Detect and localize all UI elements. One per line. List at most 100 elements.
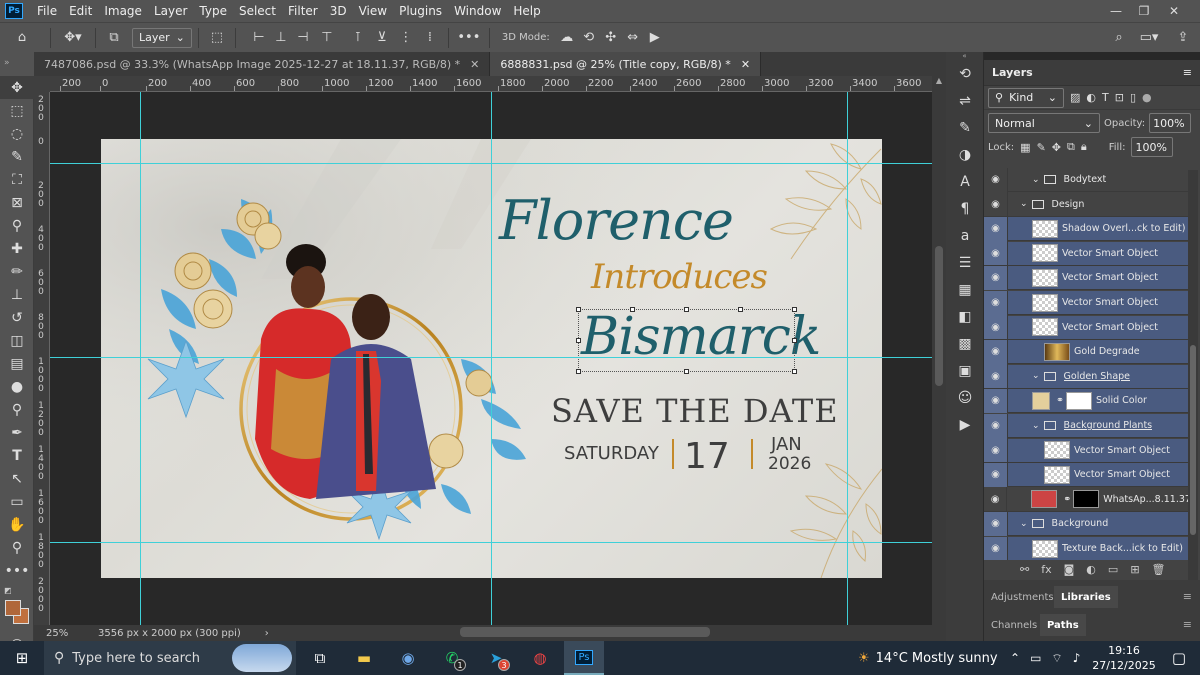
restore-icon[interactable]: ❐ [1132,0,1156,22]
layer-row[interactable]: ◉ Vector Smart Object [984,462,1188,488]
whatsapp-icon[interactable]: ✆ 1 [432,641,472,675]
align-vcenter-icon[interactable]: ⊺ [346,27,370,49]
layers-scrollbar[interactable] [1188,170,1198,580]
move-tool-icon[interactable]: ✥ [0,76,34,99]
hand-tool-icon[interactable]: ✋ [0,513,34,536]
layer-row[interactable]: ◉ Vector Smart Object [984,290,1188,315]
menu-layer[interactable]: Layer [148,4,193,18]
swatches-panel-icon[interactable]: ▦ [946,276,984,303]
vertical-ruler[interactable]: 2000200400600800100012001400160018002000 [34,92,50,625]
telegram-icon[interactable]: ➤ 3 [476,641,516,675]
close-icon[interactable]: ✕ [1162,0,1186,22]
visibility-eye-icon[interactable]: ◉ [984,216,1008,241]
gradients-panel-icon[interactable]: ◧ [946,303,984,330]
menu-plugins[interactable]: Plugins [393,4,448,18]
title-introduces[interactable]: Introduces [591,257,768,297]
properties-panel-icon[interactable]: ⇌ [946,87,984,114]
visibility-eye-icon[interactable]: ◉ [984,192,1008,217]
canvas-vertical-scrollbar[interactable]: ▲ [932,76,946,625]
network-icon[interactable]: ⌔ [1051,651,1062,666]
volume-icon[interactable]: ♪ [1073,651,1081,665]
smart-object-filter-icon[interactable]: ▯ [1130,91,1136,104]
tab-document-2[interactable]: 6888831.psd @ 25% (Title copy, RGB/8) * ✕ [490,52,762,76]
clone-stamp-tool-icon[interactable]: ⊥ [0,283,34,306]
zoom-level[interactable]: 25% [46,628,96,639]
collapse-toolbar-icon[interactable]: » [0,52,34,68]
tab-channels[interactable]: Channels [984,614,1044,636]
share-icon[interactable]: ⇪ [1172,27,1194,49]
workspace-icon[interactable]: ▭▾ [1134,27,1164,49]
layer-row[interactable]: ◉ Vector Smart Object [984,265,1188,291]
libraries-panel-icon[interactable]: ☺ [946,384,984,411]
character-panel-icon[interactable]: A [946,168,984,195]
guide-vertical[interactable] [140,92,141,625]
ruler-origin[interactable] [34,76,50,92]
default-colors-icon[interactable]: ◩ [4,586,12,595]
transform-handle[interactable] [576,307,581,312]
filter-toggle-icon[interactable]: ● [1142,91,1152,104]
3d-pan-icon[interactable]: ✣ [600,27,622,49]
actions-panel-icon[interactable]: ▶ [946,411,984,438]
gradient-tool-icon[interactable]: ▤ [0,352,34,375]
panel-menu-icon[interactable]: ≡ [1183,590,1192,603]
layer-row[interactable]: ◉ ⌄ Golden Shape [984,364,1188,389]
layer-row[interactable]: ◉ ⚭ WhatsAp...8.11.37 [984,487,1188,512]
link-icon[interactable]: ⚭ [1056,395,1064,406]
adjustment-layer-icon[interactable]: ◐ [1086,563,1096,576]
menu-image[interactable]: Image [98,4,148,18]
tray-chevron-icon[interactable]: ⌃ [1010,651,1020,665]
3d-scale-icon[interactable]: ▶ [644,27,666,49]
visibility-eye-icon[interactable]: ◉ [984,487,1008,512]
transform-handle[interactable] [792,307,797,312]
document-info[interactable]: 3556 px x 2000 px (300 ppi) [98,628,241,639]
transform-handle[interactable] [576,338,581,343]
glyphs-panel-icon[interactable]: a [946,222,984,249]
file-explorer-icon[interactable]: ▬ [344,641,384,675]
close-tab-icon[interactable]: ✕ [741,58,750,71]
expand-chevron-icon[interactable]: ⌄ [1032,175,1040,185]
eraser-tool-icon[interactable]: ◫ [0,329,34,352]
more-options-icon[interactable]: ••• [455,27,483,49]
pen-tool-icon[interactable]: ✒ [0,421,34,444]
link-layers-icon[interactable]: ⚯ [1020,563,1029,576]
layer-row[interactable]: ◉ Shadow Overl...ck to Edit) [984,216,1188,242]
menu-type[interactable]: Type [193,4,233,18]
photoshop-taskbar-icon[interactable]: Ps [564,641,604,675]
shape-filter-icon[interactable]: ⊡ [1115,91,1124,104]
menu-window[interactable]: Window [448,4,507,18]
new-layer-icon[interactable]: ⊞ [1130,563,1139,576]
link-icon[interactable]: ⚭ [1063,494,1071,505]
align-left-icon[interactable]: ⊢ [248,27,270,49]
scroll-thumb[interactable] [1190,345,1196,535]
date-year[interactable]: 2026 [768,454,811,474]
crop-tool-icon[interactable]: ⛶ [0,168,34,191]
align-top-icon[interactable]: ⊤ [314,27,340,49]
headline-save-the-date[interactable]: SAVE THE DATE [551,392,839,430]
guide-vertical[interactable] [847,92,848,625]
styles-panel-icon[interactable]: ▣ [946,357,984,384]
task-view-icon[interactable]: ⧉ [300,641,340,675]
visibility-eye-icon[interactable]: ◉ [984,315,1008,340]
distribute-spacing-icon[interactable]: ⁞ [418,27,442,49]
frame-tool-icon[interactable]: ⊠ [0,191,34,214]
adjustments-panel-icon[interactable]: ☰ [946,249,984,276]
menu-view[interactable]: View [353,4,393,18]
canvas-area[interactable]: Florence Introduces Bismarck SAVE THE DA… [50,92,932,625]
blur-tool-icon[interactable]: ● [0,375,34,398]
title-florence[interactable]: Florence [499,189,734,252]
canvas-horizontal-scrollbar[interactable] [460,627,710,637]
panel-menu-icon[interactable]: ≡ [1183,618,1192,631]
layer-row[interactable]: ◉ Vector Smart Object [984,315,1188,340]
quick-select-tool-icon[interactable]: ✎ [0,145,34,168]
move-tool-preset-icon[interactable]: ✥▾ [57,27,89,49]
color-panel-icon[interactable]: ◑ [946,141,984,168]
close-tab-icon[interactable]: ✕ [470,58,479,71]
layer-row[interactable]: ◉ Vector Smart Object [984,241,1188,266]
tab-paths[interactable]: Paths [1040,614,1086,636]
lock-position-icon[interactable]: ✥ [1052,141,1061,154]
chrome-icon[interactable]: ◍ [520,641,560,675]
layers-panel-title[interactable]: Layers [992,66,1033,79]
horizontal-ruler[interactable]: 200 0 200 400 600 800 1000 1200 1400 1600 1800 2000… [50,76,932,92]
visibility-eye-icon[interactable]: ◉ [984,511,1008,536]
expand-chevron-icon[interactable]: ⌄ [1032,421,1040,431]
